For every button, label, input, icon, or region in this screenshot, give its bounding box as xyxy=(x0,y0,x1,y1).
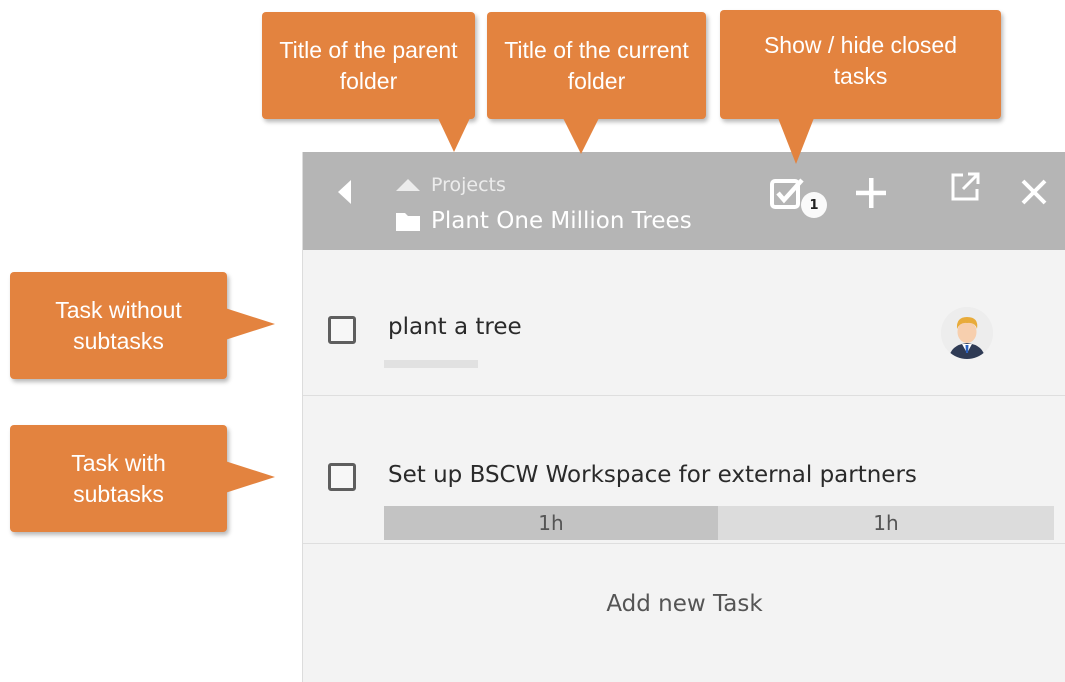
avatar[interactable] xyxy=(941,307,993,359)
close-icon xyxy=(1021,179,1047,205)
open-external-button[interactable] xyxy=(949,171,981,203)
current-folder: Plant One Million Trees xyxy=(395,206,692,236)
show-closed-tasks-toggle[interactable]: 1 xyxy=(769,176,831,226)
callout-pointer xyxy=(225,308,275,340)
closed-count-badge: 1 xyxy=(801,192,827,218)
callout-pointer xyxy=(778,118,814,164)
task-row: Set up BSCW Workspace for external partn… xyxy=(303,396,1065,544)
subtask-bar: 1h 1h xyxy=(384,506,1054,540)
subtask-segment[interactable]: 1h xyxy=(718,506,1054,540)
task-checkbox[interactable] xyxy=(328,316,356,344)
add-new-task-button[interactable]: Add new Task xyxy=(303,544,1065,664)
task-title[interactable]: Set up BSCW Workspace for external partn… xyxy=(388,462,917,488)
user-avatar-icon xyxy=(941,307,993,359)
callout-pointer xyxy=(563,118,599,154)
open-external-icon xyxy=(951,172,980,201)
back-button[interactable] xyxy=(333,178,359,206)
task-progress-bar xyxy=(384,360,478,368)
plus-icon xyxy=(856,178,886,208)
task-checkbox[interactable] xyxy=(328,463,356,491)
back-icon xyxy=(338,180,351,204)
add-button[interactable] xyxy=(854,176,888,210)
callout-text: Task with subtasks xyxy=(71,449,166,507)
callout-current-folder: Title of the current folder xyxy=(487,12,706,154)
task-row: plant a tree xyxy=(303,250,1065,396)
panel-header: Projects Plant One Million Trees 1 xyxy=(303,152,1065,250)
callout-text: Show / hide closed tasks xyxy=(763,32,958,89)
callout-text: Task without subtasks xyxy=(55,296,182,354)
callout-task-with-subtasks: Task with subtasks xyxy=(10,425,275,532)
parent-folder-title: Projects xyxy=(431,174,506,196)
task-title[interactable]: plant a tree xyxy=(388,314,522,340)
task-panel: Projects Plant One Million Trees 1 plant… xyxy=(302,152,1065,682)
callout-text: Title of the current folder xyxy=(504,36,689,94)
callout-pointer xyxy=(225,461,275,493)
close-button[interactable] xyxy=(1019,177,1049,207)
triangle-up-icon xyxy=(396,179,420,191)
callout-show-hide-closed: Show / hide closed tasks xyxy=(720,10,1001,164)
callout-task-without-subtasks: Task without subtasks xyxy=(10,272,275,379)
callout-pointer xyxy=(438,118,470,152)
parent-folder-link[interactable]: Projects xyxy=(395,174,506,196)
folder-icon xyxy=(396,213,420,231)
subtask-segment[interactable]: 1h xyxy=(384,506,718,540)
callout-text: Title of the parent folder xyxy=(279,36,458,94)
current-folder-title: Plant One Million Trees xyxy=(431,208,692,234)
callout-parent-folder: Title of the parent folder xyxy=(262,12,475,152)
